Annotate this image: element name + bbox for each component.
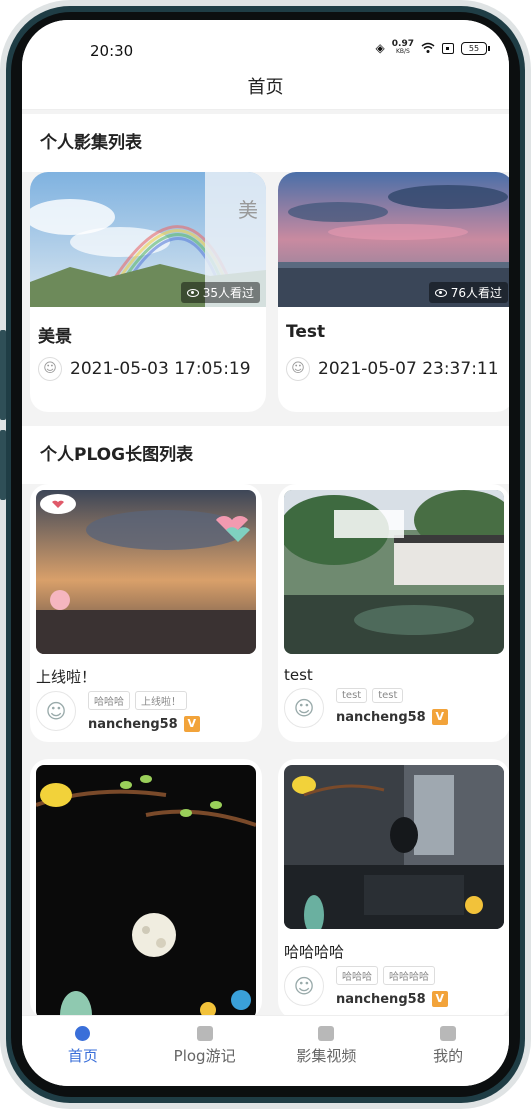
album-date: 2021-05-03 17:05:19 <box>70 359 251 379</box>
vip-badge: V <box>431 709 448 725</box>
author-line: nancheng58 V <box>88 716 200 732</box>
plog-image[interactable] <box>36 490 256 654</box>
main-content[interactable]: 个人影集列表 美 35人看过 美景 ☺ 2021-05-03 17:05:19 … <box>22 110 509 1015</box>
plog-meta: ☺ 哈哈哈 上线啦！ nancheng58 V <box>36 691 256 732</box>
status-icons: ◈ 0.97 KB/S 55 <box>375 40 490 56</box>
avatar[interactable]: ☺ <box>284 966 324 1006</box>
album-meta: ☺ 2021-05-07 23:37:11 <box>286 357 499 381</box>
album-title: 美景 <box>38 327 72 347</box>
battery-icon: 55 <box>461 41 490 55</box>
avatar[interactable]: ☺ <box>284 688 324 728</box>
plog-card[interactable]: 哈哈哈哈 ☺ 哈哈哈 哈哈哈哈 nancheng58 V <box>278 759 509 1015</box>
author-name[interactable]: nancheng58 <box>88 717 178 732</box>
plog-card[interactable] <box>30 759 262 1015</box>
profile-icon <box>440 1026 457 1041</box>
albums-section-title: 个人影集列表 <box>22 114 509 172</box>
album-thumbnail[interactable]: 美 35人看过 <box>30 172 266 307</box>
hotspot-icon: ◈ <box>375 41 385 55</box>
plog-image[interactable] <box>284 490 504 654</box>
views-label: 35人看过 <box>202 286 254 300</box>
plog-title: 上线啦！ <box>36 668 97 686</box>
vip-badge: V <box>431 991 448 1007</box>
tag[interactable]: 上线啦！ <box>135 691 187 710</box>
page-title: 首页 <box>22 72 509 110</box>
network-speed: 0.97 KB/S <box>392 40 414 56</box>
plog-meta: ☺ test test nancheng58 V <box>284 688 504 728</box>
author-line: nancheng58 V <box>336 991 448 1007</box>
album-overlay-text: 美 <box>238 198 258 222</box>
tab-home[interactable]: 首页 <box>28 1026 138 1066</box>
plog-row: 哈哈哈哈 ☺ 哈哈哈 哈哈哈哈 nancheng58 V <box>22 759 509 1015</box>
video-icon <box>318 1026 335 1041</box>
tab-label: 我的 <box>433 1047 464 1065</box>
avatar[interactable]: ☺ <box>36 691 76 731</box>
camera-icon <box>196 1026 213 1041</box>
plog-title: 哈哈哈哈 <box>284 943 345 961</box>
album-card[interactable]: 76人看过 Test ☺ 2021-05-07 23:37:11 <box>278 172 509 412</box>
phone-frame: 20:30 ◈ 0.97 KB/S 55 首页 个人影集列表 美 35人看过 美… <box>0 0 531 1109</box>
plog-card[interactable]: 上线啦！ ☺ 哈哈哈 上线啦！ nancheng58 V <box>30 484 262 742</box>
view-count: 35人看过 <box>180 282 260 303</box>
wifi-icon <box>421 42 435 53</box>
album-card[interactable]: 美 35人看过 美景 ☺ 2021-05-03 17:05:19 <box>30 172 266 412</box>
tag[interactable]: 哈哈哈 <box>336 966 378 985</box>
tag[interactable]: 哈哈哈 <box>88 691 130 710</box>
views-label: 76人看过 <box>450 286 502 300</box>
tag[interactable]: test <box>336 688 368 703</box>
eye-icon <box>434 288 447 297</box>
album-thumbnail[interactable]: 76人看过 <box>278 172 509 307</box>
author-name[interactable]: nancheng58 <box>336 710 426 725</box>
plog-section-title: 个人PLOG长图列表 <box>22 426 509 484</box>
plog-image[interactable] <box>284 765 504 929</box>
album-title: Test <box>286 322 326 342</box>
tag[interactable]: 哈哈哈哈 <box>383 966 435 985</box>
tag-list: 哈哈哈 哈哈哈哈 <box>336 966 448 985</box>
album-meta: ☺ 2021-05-03 17:05:19 <box>38 357 251 381</box>
tab-album-video[interactable]: 影集视频 <box>271 1026 381 1066</box>
vip-badge: V <box>183 716 200 732</box>
bottom-tab-bar: 首页 Plog游记 影集视频 我的 <box>22 1015 509 1086</box>
plog-card[interactable]: test ☺ test test nancheng58 V <box>278 484 509 742</box>
plog-meta: ☺ 哈哈哈 哈哈哈哈 nancheng58 V <box>284 966 504 1007</box>
eye-icon <box>186 288 199 297</box>
screen: 20:30 ◈ 0.97 KB/S 55 首页 个人影集列表 美 35人看过 美… <box>22 20 509 1086</box>
plog-row: 上线啦！ ☺ 哈哈哈 上线啦！ nancheng58 V test ☺ test… <box>22 484 509 759</box>
status-time: 20:30 <box>90 42 134 60</box>
tab-label: 影集视频 <box>296 1047 357 1065</box>
speed-value: 0.97 <box>391 39 414 49</box>
tab-plog[interactable]: Plog游记 <box>150 1026 260 1066</box>
album-date: 2021-05-07 23:37:11 <box>318 359 499 379</box>
tab-profile[interactable]: 我的 <box>393 1026 503 1066</box>
author-name[interactable]: nancheng58 <box>336 992 426 1007</box>
sim-icon <box>442 42 454 54</box>
album-list: 美 35人看过 美景 ☺ 2021-05-03 17:05:19 76人看过 T… <box>22 172 509 422</box>
plog-image[interactable] <box>36 765 256 1015</box>
avatar-icon: ☺ <box>38 357 62 381</box>
tab-label: 首页 <box>67 1047 98 1065</box>
view-count: 76人看过 <box>428 282 508 303</box>
speed-unit: KB/S <box>395 48 410 55</box>
tag-list: 哈哈哈 上线啦！ <box>88 691 200 710</box>
tab-label: Plog游记 <box>173 1047 236 1065</box>
avatar-icon: ☺ <box>286 357 310 381</box>
battery-level: 55 <box>468 43 480 53</box>
status-bar: 20:30 ◈ 0.97 KB/S 55 <box>22 20 509 72</box>
author-line: nancheng58 V <box>336 709 448 725</box>
home-icon <box>75 1026 91 1041</box>
plog-title: test <box>284 666 313 684</box>
tag[interactable]: test <box>372 688 404 703</box>
tag-list: test test <box>336 688 448 703</box>
